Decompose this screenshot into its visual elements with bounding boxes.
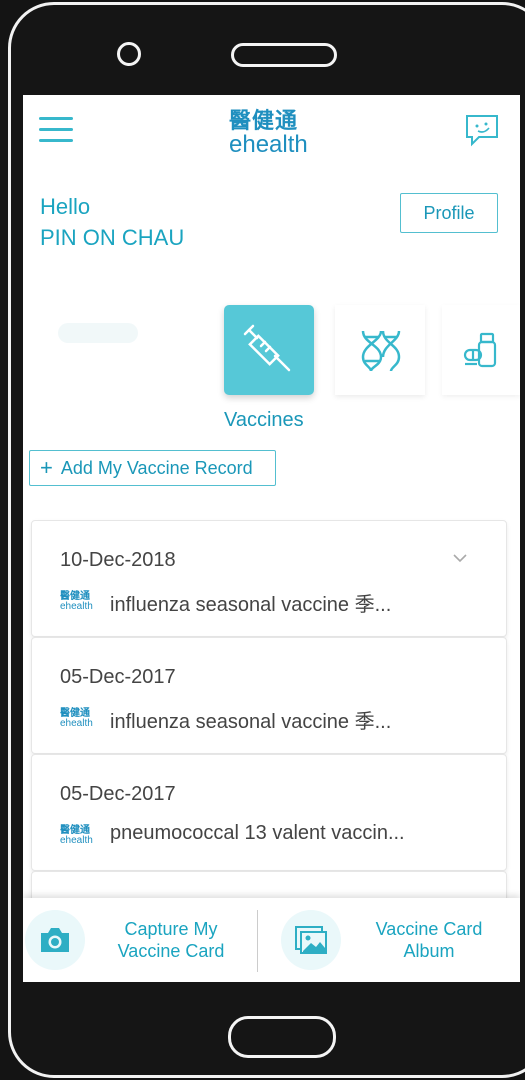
record-date: 05-Dec-2017 bbox=[60, 666, 176, 688]
speaker-grill bbox=[231, 43, 337, 67]
ehealth-mini-logo: 醫健通 ehealth bbox=[60, 825, 93, 846]
logo-english: ehealth bbox=[229, 131, 308, 158]
menu-icon[interactable] bbox=[39, 117, 73, 150]
ehealth-logo: 醫健通 ehealth bbox=[229, 103, 319, 159]
camera-icon bbox=[41, 928, 69, 952]
chat-icon[interactable] bbox=[464, 113, 500, 154]
greeting: Hello PIN ON CHAU bbox=[40, 191, 184, 253]
camera-lens bbox=[117, 42, 141, 66]
vaccines-label: Vaccines bbox=[224, 409, 304, 431]
record-vaccine-name: influenza seasonal vaccine 季... bbox=[110, 711, 392, 733]
bottom-divider bbox=[257, 910, 258, 972]
user-name: PIN ON CHAU bbox=[40, 225, 185, 250]
greeting-hello: Hello bbox=[40, 194, 91, 219]
home-button[interactable] bbox=[228, 1016, 336, 1058]
tab-medication[interactable] bbox=[442, 305, 520, 395]
add-vaccine-record-button[interactable]: + Add My Vaccine Record bbox=[29, 450, 276, 486]
vaccine-record-card[interactable]: 05-Dec-2017 醫健通 ehealth influenza season… bbox=[31, 637, 507, 754]
ehealth-mini-logo: 醫健通 ehealth bbox=[60, 708, 93, 729]
plus-icon: + bbox=[40, 455, 53, 480]
record-vaccine-name: pneumococcal 13 valent vaccin... bbox=[110, 822, 405, 844]
vaccine-record-card[interactable]: 10-Dec-2018 醫健通 ehealth influenza season… bbox=[31, 520, 507, 637]
ehealth-mini-logo: 醫健通 ehealth bbox=[60, 591, 93, 612]
profile-button[interactable]: Profile bbox=[400, 193, 498, 233]
dna-icon bbox=[361, 330, 401, 372]
syringe-icon bbox=[243, 324, 291, 372]
capture-card-label[interactable]: Capture My Vaccine Card bbox=[105, 918, 237, 962]
record-date: 05-Dec-2017 bbox=[60, 783, 176, 805]
tab-vaccines[interactable] bbox=[224, 305, 314, 395]
album-label[interactable]: Vaccine Card Album bbox=[361, 918, 497, 962]
record-vaccine-name: influenza seasonal vaccine 季... bbox=[110, 594, 392, 616]
chevron-down-icon[interactable] bbox=[452, 553, 468, 563]
bottom-action-bar: Capture My Vaccine Card Vaccine Card Alb… bbox=[23, 898, 520, 982]
tab-genetics[interactable] bbox=[335, 305, 425, 395]
capture-card-button[interactable] bbox=[25, 910, 85, 970]
hidden-category-tile[interactable] bbox=[58, 323, 138, 343]
app-screen: 醫健通 ehealth Hello PIN ON CHAU Profile Va… bbox=[23, 95, 520, 982]
record-date: 10-Dec-2018 bbox=[60, 549, 176, 571]
medicine-icon bbox=[463, 332, 497, 368]
album-button[interactable] bbox=[281, 910, 341, 970]
add-record-label: Add My Vaccine Record bbox=[60, 457, 253, 478]
vaccine-record-card[interactable]: 05-Dec-2017 醫健通 ehealth pneumococcal 13 … bbox=[31, 754, 507, 871]
album-icon bbox=[295, 926, 327, 954]
